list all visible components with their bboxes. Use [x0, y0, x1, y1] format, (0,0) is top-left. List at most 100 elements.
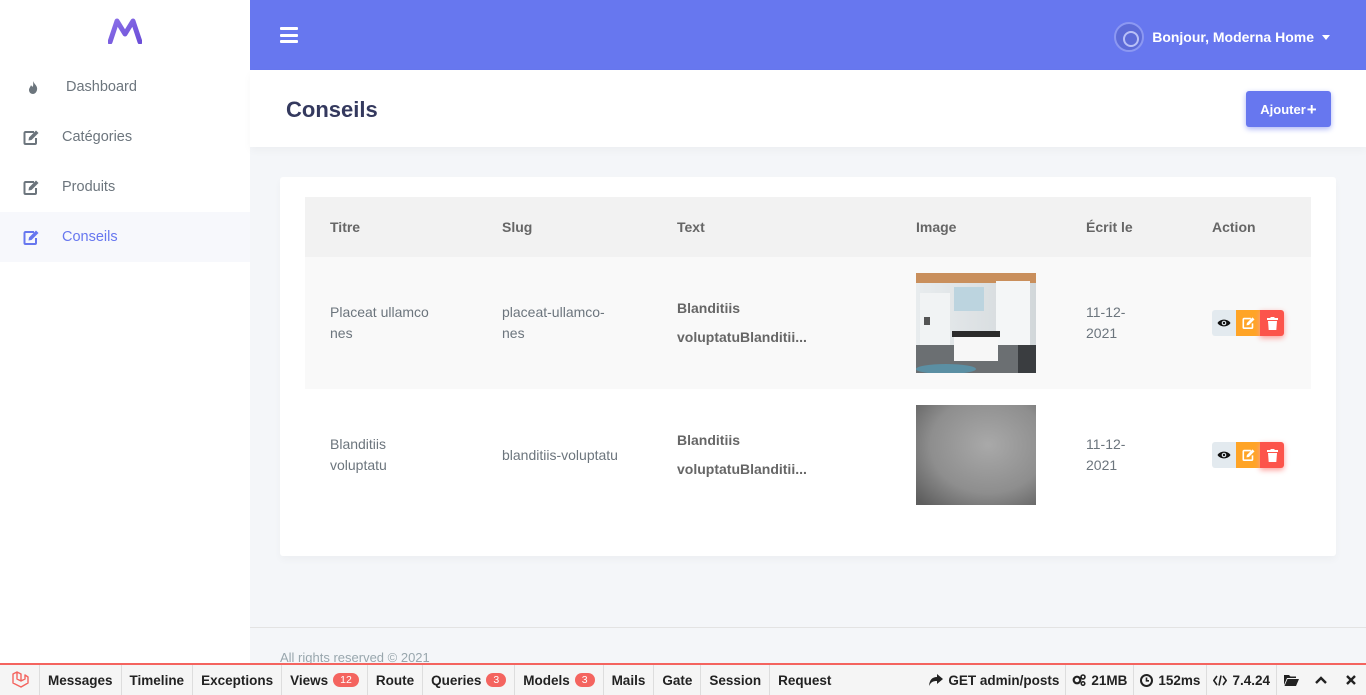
debugbar-tab-request[interactable]: Request [770, 665, 839, 695]
tab-label: Mails [611, 672, 646, 688]
count-badge: 3 [574, 673, 595, 687]
cell-text: Blanditiis voluptatuBlanditii... [652, 389, 891, 521]
section-header: Conseils Ajouter + [250, 70, 1366, 147]
php-version-text: 7.4.24 [1232, 672, 1270, 688]
delete-button[interactable] [1260, 442, 1284, 468]
folder-open-icon[interactable] [1276, 665, 1306, 695]
cell-title: Blanditiis voluptatu [305, 389, 477, 521]
debugbar-tab-session[interactable]: Session [701, 665, 771, 695]
text-line: voluptatuBlanditii... [677, 329, 807, 345]
share-arrow-icon [929, 674, 944, 686]
debugbar-tab-gate[interactable]: Gate [654, 665, 702, 695]
cell-actions [1187, 389, 1311, 521]
text-line: Blanditiis [677, 432, 741, 448]
delete-button[interactable] [1260, 310, 1284, 336]
eye-icon [1217, 319, 1231, 327]
view-button[interactable] [1212, 442, 1236, 468]
edit-icon [22, 228, 40, 246]
count-badge: 3 [486, 673, 507, 687]
menu-toggle-icon[interactable] [280, 27, 298, 43]
column-header-date: Écrit le [1086, 219, 1133, 235]
tab-label: Views [290, 672, 329, 688]
tab-label: Session [709, 672, 762, 688]
gray-thumbnail [916, 405, 1036, 505]
column-header-slug: Slug [502, 219, 533, 235]
tab-label: Exceptions [201, 672, 274, 688]
sidebar: Dashboard Catégories Produits Conseils [0, 0, 250, 663]
edit-button[interactable] [1236, 442, 1260, 468]
sidebar-item-categories[interactable]: Catégories [0, 112, 250, 162]
add-button[interactable]: Ajouter + [1246, 91, 1331, 127]
tab-label: Gate [662, 672, 693, 688]
edit-button[interactable] [1236, 310, 1260, 336]
slug-line: nes [502, 325, 525, 341]
cell-image [891, 257, 1061, 389]
route-text: GET admin/posts [948, 672, 1060, 688]
debugbar-tab-exceptions[interactable]: Exceptions [193, 665, 283, 695]
cell-actions [1187, 257, 1311, 389]
sidebar-item-conseils[interactable]: Conseils [0, 212, 250, 262]
kitchen-thumbnail [916, 273, 1036, 373]
date-line: 11-12- [1086, 436, 1126, 452]
time-text: 152ms [1158, 672, 1201, 688]
title-line: voluptatu [330, 457, 387, 473]
debugbar-tab-route[interactable]: Route [368, 665, 424, 695]
debugbar-tab-queries[interactable]: Queries 3 [423, 665, 516, 695]
tab-label: Route [375, 672, 415, 688]
trash-icon [1266, 316, 1278, 330]
tab-label: Models [523, 672, 570, 688]
cell-image [891, 389, 1061, 521]
action-group [1212, 442, 1311, 468]
cell-text: Blanditiis voluptatuBlanditii... [652, 257, 891, 389]
debugbar-tab-mails[interactable]: Mails [604, 665, 655, 695]
column-header-action: Action [1212, 219, 1256, 235]
text-line: voluptatuBlanditii... [677, 461, 807, 477]
sidebar-item-label: Catégories [62, 129, 133, 145]
debugbar-memory: 21MB [1065, 665, 1133, 695]
action-group [1212, 310, 1311, 336]
sidebar-item-products[interactable]: Produits [0, 162, 250, 212]
debugbar-tab-timeline[interactable]: Timeline [122, 665, 194, 695]
logo-m-icon [108, 18, 142, 44]
page-title: Conseils [286, 97, 378, 122]
view-button[interactable] [1212, 310, 1236, 336]
debugbar-php-version: 7.4.24 [1206, 665, 1276, 695]
cell-slug: placeat-ullamco-nes [477, 257, 652, 389]
date-line: 2021 [1086, 325, 1118, 341]
sidebar-item-dashboard[interactable]: Dashboard [0, 62, 250, 112]
debugbar-tab-views[interactable]: Views 12 [282, 665, 368, 695]
close-icon[interactable] [1336, 665, 1366, 695]
debugbar-stats: GET admin/posts 21MB 152ms 7.4.24 [923, 665, 1366, 695]
footer: All rights reserved © 2021 [250, 627, 1366, 667]
title-line: Placeat ullamco [330, 304, 429, 320]
trash-icon [1266, 448, 1278, 462]
cell-title: Placeat ullamco nes [305, 257, 477, 389]
user-greeting: Bonjour, Moderna Home [1152, 29, 1314, 45]
date-line: 2021 [1086, 457, 1118, 473]
cell-date: 11-12- 2021 [1061, 389, 1187, 521]
column-header-image: Image [916, 219, 957, 235]
tab-label: Messages [48, 672, 113, 688]
posts-card: Titre Slug Text Image Écrit le Action Pl… [280, 177, 1336, 556]
tab-label: Request [778, 672, 832, 688]
brand-logo[interactable] [0, 0, 250, 62]
debugbar: Messages Timeline Exceptions Views 12 Rou… [0, 663, 1366, 695]
caret-down-icon [1322, 34, 1330, 40]
avatar [1114, 22, 1145, 52]
code-icon [1213, 674, 1228, 686]
sidebar-item-label: Conseils [62, 229, 118, 245]
tab-label: Queries [431, 672, 482, 688]
edit-icon [22, 178, 40, 196]
debugbar-route[interactable]: GET admin/posts [923, 665, 1065, 695]
debugbar-tab-models[interactable]: Models 3 [515, 665, 604, 695]
column-header-title: Titre [330, 219, 361, 235]
add-button-label: Ajouter [1260, 101, 1306, 117]
laravel-logo-icon[interactable] [0, 665, 40, 695]
edit-icon [1242, 449, 1254, 461]
user-dropdown[interactable]: Bonjour, Moderna Home [1114, 22, 1330, 52]
chevron-up-icon[interactable] [1306, 665, 1336, 695]
debugbar-tab-messages[interactable]: Messages [40, 665, 122, 695]
clock-icon [1140, 673, 1154, 687]
date-line: 11-12- [1086, 304, 1126, 320]
slug-line: blanditiis-voluptatu [502, 446, 618, 463]
